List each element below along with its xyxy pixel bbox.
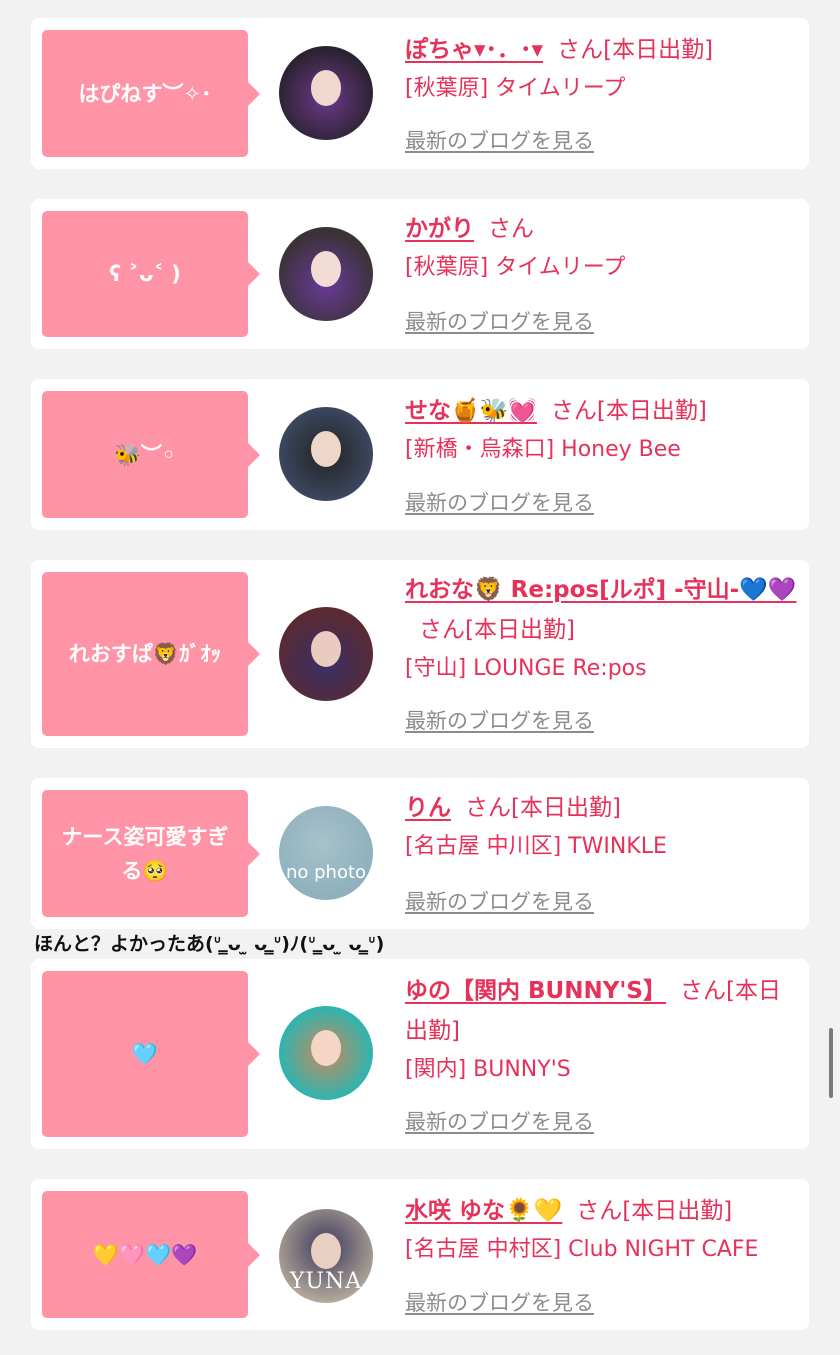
status-label: [本日出勤]: [511, 795, 621, 821]
shop-label: [関内] BUNNY'S: [405, 1057, 571, 1082]
name-line: せな🍯🐝💓 さん[本日出勤]: [405, 391, 803, 431]
name-line: ぽちゃ▾･．･▾ さん[本日出勤]: [405, 30, 803, 70]
girl-avatar[interactable]: [279, 407, 373, 501]
avatar-watermark: YUNA: [289, 1269, 363, 1294]
girl-avatar[interactable]: no photo: [279, 806, 373, 900]
girl-name-link[interactable]: ゆの【関内 BUNNY'S】: [405, 978, 666, 1004]
status-label: [本日出勤]: [465, 617, 575, 643]
reply-comment: ほんと？よかったあ(ᐡ ̳ᴗ ̫ ᴗ ̳ᐡ)ﾉ(ᐡ ̳ᴗ ̫ ᴗ ̳ᐡ): [34, 933, 385, 955]
girl-card: 🐝︶◦ せな🍯🐝💓 さん[本日出勤] [新橋・烏森口] Honey Bee 最新の…: [31, 379, 809, 530]
girl-name-link[interactable]: かがり: [405, 216, 474, 242]
girl-info: ぽちゃ▾･．･▾ さん[本日出勤] [秋葉原] タイムリープ: [405, 30, 803, 108]
girl-avatar[interactable]: YUNA: [279, 1209, 373, 1303]
scrollbar[interactable]: [829, 1028, 833, 1098]
blog-link[interactable]: 最新のブログを見る: [405, 886, 594, 916]
girl-card: 🩵 ゆの【関内 BUNNY'S】 さん[本日出勤] [関内] BUNNY'S 最新…: [31, 959, 809, 1149]
girl-avatar[interactable]: [279, 227, 373, 321]
girl-info: せな🍯🐝💓 さん[本日出勤] [新橋・烏森口] Honey Bee: [405, 391, 803, 469]
blog-link[interactable]: 最新のブログを見る: [405, 125, 594, 155]
girl-card: れおすぱ🦁ｶﾞｵｯ れおな🦁 Re:pos[ルポ] -守山-💙💜 さん[本日出勤]…: [31, 560, 809, 748]
girl-info: りん さん[本日出勤] [名古屋 中川区] TWINKLE: [405, 788, 803, 866]
san-label: さん: [465, 795, 511, 821]
avatar-face: [310, 431, 342, 468]
shop-label: [秋葉原] タイムリープ: [405, 255, 626, 280]
avatar-face: [310, 631, 342, 668]
girl-card: ナース姿可愛すぎる🥺 no photo りん さん[本日出勤] [名古屋 中川区]…: [31, 778, 809, 929]
shop-label: [秋葉原] タイムリープ: [405, 76, 626, 101]
girl-info: れおな🦁 Re:pos[ルポ] -守山-💙💜 さん[本日出勤] [守山] LOUN…: [405, 570, 803, 688]
comment-bubble: 💛🩷🩵💜: [42, 1191, 260, 1318]
comment-bubble: れおすぱ🦁ｶﾞｵｯ: [42, 572, 260, 736]
name-line: りん さん[本日出勤]: [405, 788, 803, 828]
blog-link[interactable]: 最新のブログを見る: [405, 1287, 594, 1317]
avatar-face: [310, 251, 342, 288]
girl-info: 水咲 ゆな🌻💛 さん[本日出勤] [名古屋 中村区] Club NIGHT CAF…: [405, 1191, 803, 1269]
shop-label: [名古屋 中村区] Club NIGHT CAFE: [405, 1237, 759, 1262]
comment-bubble: 🐝︶◦: [42, 391, 260, 518]
status-label: [本日出勤]: [603, 37, 714, 63]
girl-card: はぴねす︶✧･ ぽちゃ▾･．･▾ さん[本日出勤] [秋葉原] タイムリープ 最新…: [31, 18, 809, 169]
girl-info: かがり さん [秋葉原] タイムリープ: [405, 209, 803, 287]
comment-bubble: はぴねす︶✧･: [42, 30, 260, 157]
shop-label: [守山] LOUNGE Re:pos: [405, 656, 647, 681]
name-line: かがり さん: [405, 209, 803, 249]
comment-bubble: 🩵: [42, 971, 260, 1137]
san-label: さん: [550, 398, 597, 424]
san-label: さん: [557, 37, 604, 63]
name-line: 水咲 ゆな🌻💛 さん[本日出勤]: [405, 1191, 803, 1231]
avatar-face: [310, 1233, 342, 1270]
name-line: ゆの【関内 BUNNY'S】 さん[本日出勤]: [405, 971, 803, 1051]
girl-name-link[interactable]: りん: [405, 795, 451, 821]
status-label: [本日出勤]: [596, 398, 707, 424]
girl-name-link[interactable]: 水咲 ゆな🌻💛: [405, 1198, 562, 1224]
status-label: [本日出勤]: [622, 1198, 733, 1224]
blog-link[interactable]: 最新のブログを見る: [405, 705, 594, 735]
girl-avatar[interactable]: [279, 46, 373, 140]
avatar-face: [310, 70, 342, 107]
san-label: さん: [576, 1198, 623, 1224]
avatar-image: [279, 806, 373, 900]
girl-info: ゆの【関内 BUNNY'S】 さん[本日出勤] [関内] BUNNY'S: [405, 971, 803, 1089]
shop-label: [新橋・烏森口] Honey Bee: [405, 437, 681, 462]
girl-avatar[interactable]: [279, 607, 373, 701]
san-label: さん: [419, 617, 465, 643]
blog-link[interactable]: 最新のブログを見る: [405, 1106, 594, 1136]
no-photo-label: no photo: [285, 862, 367, 883]
girl-card: ʕ ˃ᴗ˂ ) かがり さん [秋葉原] タイムリープ 最新のブログを見る: [31, 199, 809, 349]
blog-link[interactable]: 最新のブログを見る: [405, 306, 594, 336]
shop-label: [名古屋 中川区] TWINKLE: [405, 834, 667, 859]
san-label: さん: [488, 216, 534, 242]
name-line: れおな🦁 Re:pos[ルポ] -守山-💙💜 さん[本日出勤]: [405, 570, 803, 650]
girl-name-link[interactable]: れおな🦁 Re:pos[ルポ] -守山-💙💜: [405, 577, 797, 603]
girl-card: 💛🩷🩵💜 YUNA 水咲 ゆな🌻💛 さん[本日出勤] [名古屋 中村区] Club…: [31, 1179, 809, 1330]
girl-name-link[interactable]: ぽちゃ▾･．･▾: [405, 37, 543, 63]
blog-link[interactable]: 最新のブログを見る: [405, 487, 594, 517]
comment-bubble: ʕ ˃ᴗ˂ ): [42, 211, 260, 337]
san-label: さん: [679, 978, 726, 1004]
girl-name-link[interactable]: せな🍯🐝💓: [405, 398, 537, 424]
avatar-face: [310, 1030, 342, 1067]
comment-bubble: ナース姿可愛すぎる🥺: [42, 790, 260, 917]
girl-avatar[interactable]: [279, 1006, 373, 1100]
